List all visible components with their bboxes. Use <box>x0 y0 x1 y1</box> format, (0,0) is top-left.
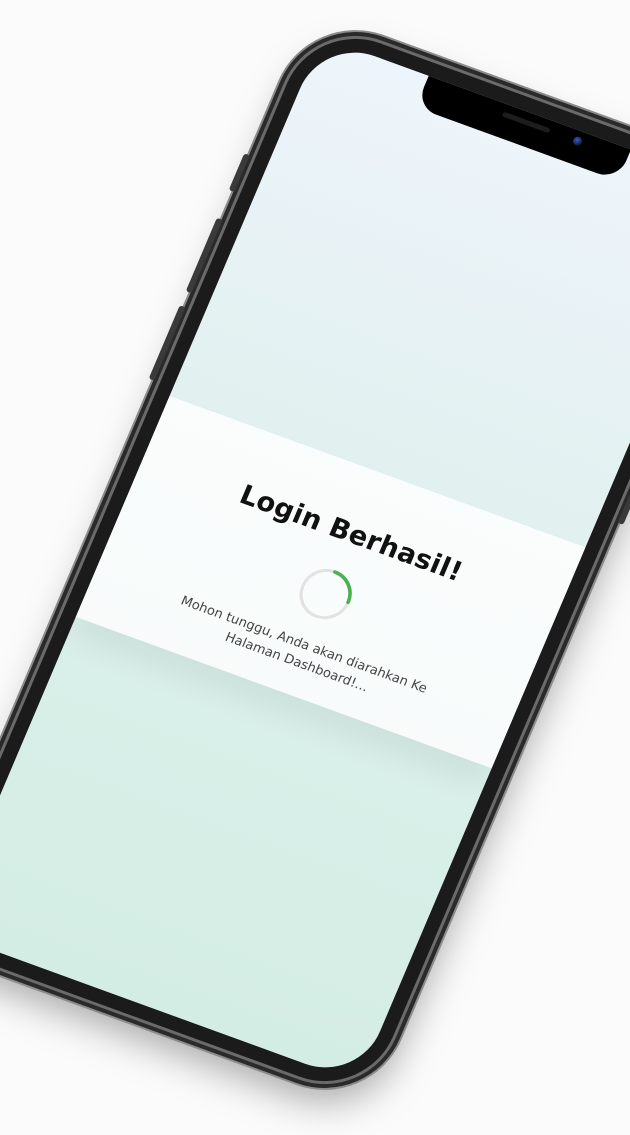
front-camera-icon <box>571 135 584 147</box>
loading-spinner <box>288 559 363 630</box>
earpiece-speaker <box>501 111 551 134</box>
mute-switch <box>228 153 250 193</box>
stage: Login Berhasil! Mohon tunggu, Anda akan … <box>0 0 630 1135</box>
notch <box>415 73 630 181</box>
spinner-track <box>299 569 352 620</box>
spinner-icon <box>299 568 352 620</box>
phone-frame: Login Berhasil! Mohon tunggu, Anda akan … <box>0 19 630 1101</box>
spinner-arc <box>299 568 352 620</box>
phone-screen: Login Berhasil! Mohon tunggu, Anda akan … <box>0 36 630 1084</box>
login-success-card: Login Berhasil! Mohon tunggu, Anda akan … <box>75 395 586 769</box>
